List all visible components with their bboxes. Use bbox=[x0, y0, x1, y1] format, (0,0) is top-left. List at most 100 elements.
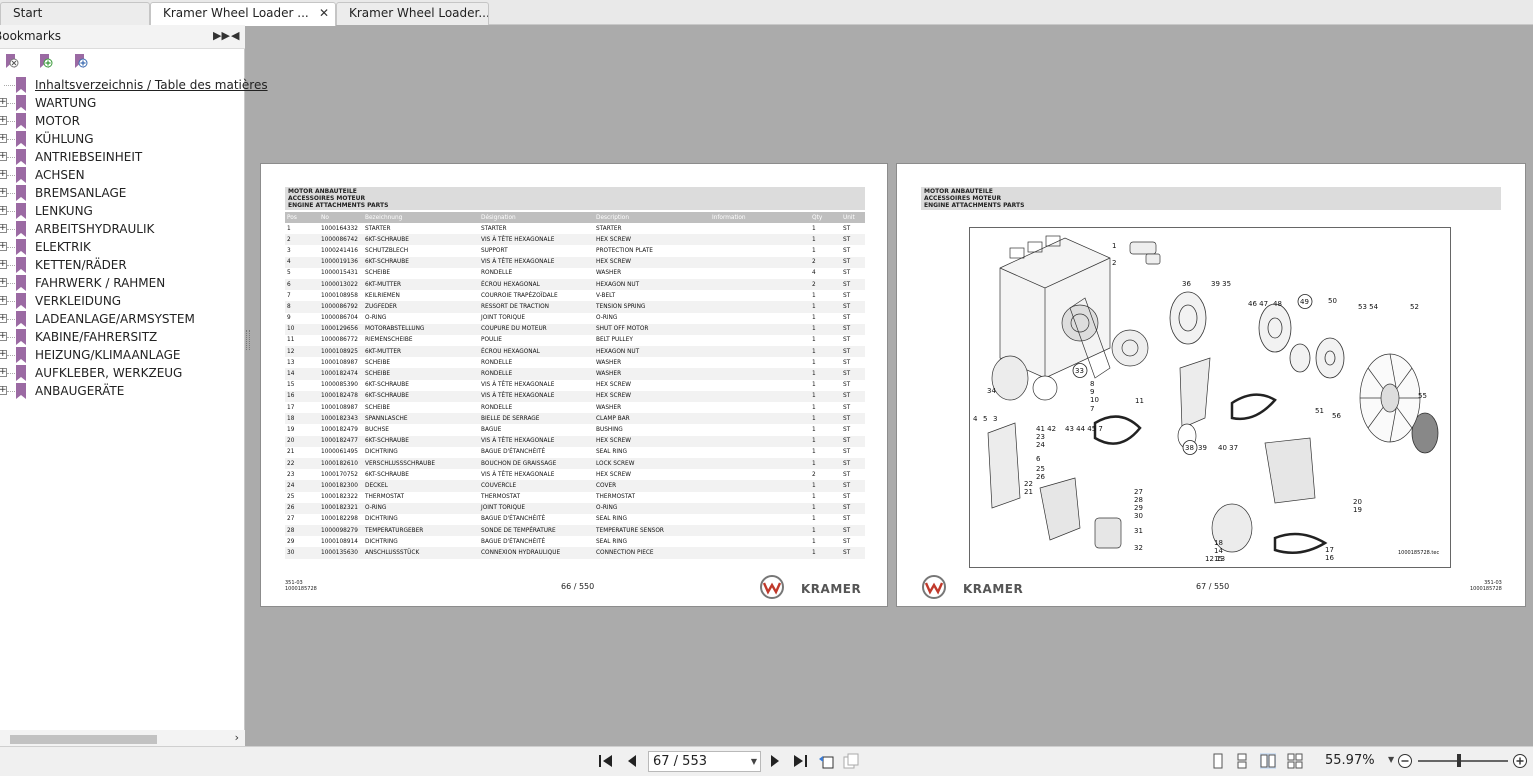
facing-view-icon[interactable] bbox=[1260, 753, 1276, 769]
tab-start[interactable]: Start bbox=[0, 2, 150, 25]
cell-bezeichnung: DICHTRING bbox=[365, 516, 398, 523]
bookmark-item-kuehlung[interactable]: + KÜHLUNG bbox=[0, 130, 245, 148]
expand-icon[interactable]: + bbox=[0, 170, 7, 179]
zoom-level[interactable]: 55.97% bbox=[1325, 753, 1375, 768]
expand-icon[interactable]: + bbox=[0, 134, 7, 143]
continuous-view-icon[interactable] bbox=[1234, 753, 1250, 769]
bookmark-label: WARTUNG bbox=[35, 96, 97, 110]
scroll-right-icon[interactable]: › bbox=[235, 731, 239, 744]
expand-icon[interactable]: + bbox=[0, 98, 7, 107]
bookmark-item-heizung[interactable]: + HEIZUNG/KLIMAANLAGE bbox=[0, 346, 245, 364]
expand-icon[interactable]: + bbox=[0, 314, 7, 323]
single-page-view-icon[interactable] bbox=[1210, 753, 1226, 769]
cell-unit: ST bbox=[843, 292, 851, 299]
scrollbar-thumb[interactable] bbox=[10, 735, 157, 744]
close-icon[interactable]: ✕ bbox=[319, 3, 329, 24]
expand-icon[interactable]: + bbox=[0, 386, 7, 395]
zoom-out-icon[interactable] bbox=[1397, 753, 1413, 769]
col-bezeichnung: Bezeichnung bbox=[363, 212, 479, 223]
bookmark-item-ladeanlage[interactable]: + LADEANLAGE/ARMSYSTEM bbox=[0, 310, 245, 328]
cell-unit: ST bbox=[841, 346, 865, 358]
bookmark-item-arbeitshydraulik[interactable]: + ARBEITSHYDRAULIK bbox=[0, 220, 245, 238]
bookmark-item-wartung[interactable]: + WARTUNG bbox=[0, 94, 245, 112]
cell-bezeichnung: THERMOSTAT bbox=[365, 494, 404, 501]
cell-no: 1000108925 bbox=[319, 346, 363, 358]
previous-page-icon[interactable] bbox=[624, 753, 640, 769]
expand-icon[interactable]: + bbox=[0, 296, 7, 305]
bookmark-item-aufkleber[interactable]: + AUFKLEBER, WERKZEUG bbox=[0, 364, 245, 382]
callout-label: 20 bbox=[1353, 498, 1362, 506]
collapse-panel-icon[interactable]: ◀ bbox=[231, 29, 239, 42]
expand-icon[interactable]: + bbox=[0, 368, 7, 377]
cell-description: HEXAGON NUT bbox=[594, 278, 710, 291]
add-bookmark-icon[interactable] bbox=[38, 53, 53, 69]
bookmark-item-ketten-raeder[interactable]: + KETTEN/RÄDER bbox=[0, 256, 245, 274]
cell-pos: 26 bbox=[285, 502, 319, 514]
previous-view-icon[interactable] bbox=[818, 753, 834, 769]
cell-no: 1000086772 bbox=[321, 337, 358, 344]
bookmark-item-motor[interactable]: + MOTOR bbox=[0, 112, 245, 130]
col-no: No bbox=[319, 212, 363, 223]
expand-icon[interactable]: + bbox=[0, 260, 7, 269]
zoom-in-icon[interactable] bbox=[1512, 753, 1528, 769]
bookmark-item-anbaugeraete[interactable]: + ANBAUGERÄTE bbox=[0, 382, 245, 400]
cell-information bbox=[710, 313, 810, 324]
cell-description: HEX SCREW bbox=[596, 382, 631, 389]
next-view-icon[interactable] bbox=[843, 753, 859, 769]
table-row: 1 1000164332 STARTER STARTER STARTER 1 ST bbox=[285, 223, 865, 234]
cell-information bbox=[710, 480, 810, 492]
tab-document-2[interactable]: Kramer Wheel Loader... bbox=[336, 2, 489, 25]
bookmark-item-toc[interactable]: Inhaltsverzeichnis / Table des matières bbox=[0, 76, 268, 94]
expand-icon[interactable]: + bbox=[0, 278, 7, 287]
first-page-icon[interactable] bbox=[598, 753, 614, 769]
cell-information bbox=[710, 357, 810, 368]
bookmark-item-bremsanlage[interactable]: + BREMSANLAGE bbox=[0, 184, 245, 202]
cell-no: 1000108958 bbox=[321, 292, 358, 299]
bookmark-item-lenkung[interactable]: + LENKUNG bbox=[0, 202, 245, 220]
cell-information bbox=[710, 447, 810, 458]
cell-unit: ST bbox=[843, 516, 851, 523]
add-child-bookmark-icon[interactable] bbox=[73, 53, 88, 69]
tab-document-1[interactable]: Kramer Wheel Loader ... ✕ bbox=[150, 2, 336, 26]
document-page-67: MOTOR ANBAUTEILE ACCESSOIRES MOTEUR ENGI… bbox=[896, 163, 1526, 607]
zoom-slider-track[interactable] bbox=[1418, 760, 1508, 762]
header-line-fr: ACCESSOIRES MOTEUR bbox=[924, 195, 1002, 202]
expand-icon[interactable]: + bbox=[0, 350, 7, 359]
chevron-down-icon[interactable]: ▼ bbox=[1388, 755, 1394, 764]
expand-icon[interactable]: + bbox=[0, 116, 7, 125]
expand-icon[interactable]: + bbox=[0, 206, 7, 215]
bookmark-item-elektrik[interactable]: + ELEKTRIK bbox=[0, 238, 245, 256]
cell-unit: ST bbox=[841, 413, 865, 425]
cell-information bbox=[710, 457, 810, 470]
next-page-icon[interactable] bbox=[767, 753, 783, 769]
bookmark-item-verkleidung[interactable]: + VERKLEIDUNG bbox=[0, 292, 245, 310]
expand-icon[interactable]: + bbox=[0, 242, 7, 251]
diagram-id-label: 1000185728.tec bbox=[1398, 550, 1439, 556]
cell-pos: 16 bbox=[285, 390, 319, 402]
delete-bookmark-icon[interactable] bbox=[4, 53, 19, 69]
zoom-slider-thumb[interactable] bbox=[1457, 754, 1461, 767]
cell-pos: 11 bbox=[287, 337, 295, 344]
cell-qty: 2 bbox=[810, 278, 841, 291]
bookmark-item-kabine[interactable]: + KABINE/FAHRERSITZ bbox=[0, 328, 245, 346]
bookmarks-horizontal-scrollbar[interactable]: › bbox=[0, 730, 245, 746]
cell-pos: 9 bbox=[287, 315, 291, 322]
bookmark-item-antriebseinheit[interactable]: + ANTRIEBSEINHEIT bbox=[0, 148, 245, 166]
last-page-icon[interactable] bbox=[792, 753, 808, 769]
expand-panel-icon[interactable]: ▶▶ bbox=[213, 29, 230, 42]
expand-icon[interactable]: + bbox=[0, 224, 7, 233]
panel-splitter-handle[interactable] bbox=[246, 330, 250, 350]
bookmark-item-achsen[interactable]: + ACHSEN bbox=[0, 166, 245, 184]
table-row: 22 1000182610 VERSCHLUSSSCHRAUBE BOUCHON DE… bbox=[285, 457, 865, 470]
page-number-select[interactable]: 67 / 553 ▼ bbox=[648, 751, 761, 772]
cell-bezeichnung: 6KT-MUTTER bbox=[363, 278, 479, 291]
cell-no: 1000098279 bbox=[319, 525, 363, 537]
expand-icon[interactable]: + bbox=[0, 188, 7, 197]
continuous-facing-view-icon[interactable] bbox=[1287, 753, 1303, 769]
bookmark-item-fahrwerk-rahmen[interactable]: + FAHRWERK / RAHMEN bbox=[0, 274, 245, 292]
chevron-down-icon[interactable]: ▼ bbox=[751, 752, 757, 771]
cell-designation: BOUCHON DE GRAISSAGE bbox=[479, 457, 594, 470]
cell-bezeichnung: DICHTRING bbox=[365, 449, 398, 456]
expand-icon[interactable]: + bbox=[0, 152, 7, 161]
expand-icon[interactable]: + bbox=[0, 332, 7, 341]
